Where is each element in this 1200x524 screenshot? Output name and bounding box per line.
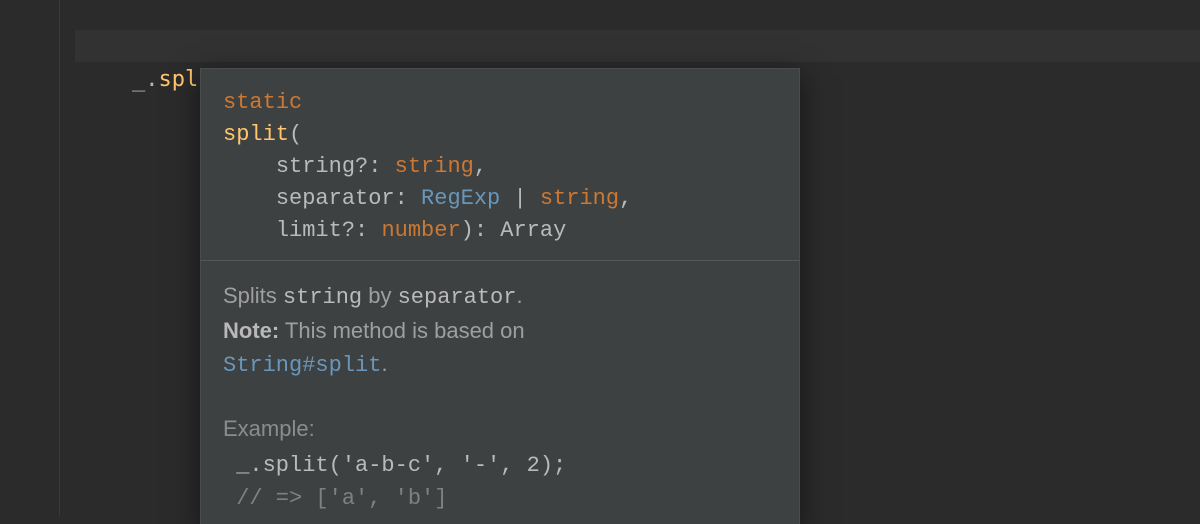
doc-example-line1: _.split('a-b-c', '-', 2); — [223, 453, 566, 478]
documentation-block: Splits string by separator. Note: This m… — [201, 261, 799, 524]
editor-gutter — [0, 0, 60, 516]
param-limit-name: limit — [276, 218, 342, 243]
doc-note-text: This method is based on — [279, 318, 524, 343]
signature-block: static split( string?: string, separator… — [201, 69, 799, 261]
param-string-colon: : — [368, 154, 394, 179]
doc-summary-code2: separator — [398, 285, 517, 310]
param-separator-type-regexp: RegExp — [421, 186, 500, 211]
param-separator-type-string: string — [540, 186, 619, 211]
param-limit-colon: : — [355, 218, 381, 243]
sig-ret-colon: : — [474, 218, 500, 243]
doc-summary-pre: Splits — [223, 283, 283, 308]
param-string-opt: ? — [355, 154, 368, 179]
keyword-static: static — [223, 90, 302, 115]
param-separator-pipe: | — [500, 186, 540, 211]
param-string-type: string — [395, 154, 474, 179]
doc-note-label: Note: — [223, 318, 279, 343]
doc-note: Note: This method is based on — [223, 314, 777, 347]
param-limit-type: number — [381, 218, 460, 243]
doc-note-link[interactable]: String#split — [223, 353, 381, 378]
doc-example-label: Example: — [223, 412, 777, 445]
param-separator-name: separator — [276, 186, 395, 211]
doc-summary-code1: string — [283, 285, 362, 310]
doc-example-line2: // => ['a', 'b'] — [223, 486, 447, 511]
sig-ret-type: Array — [500, 218, 566, 243]
param-separator-comma: , — [619, 186, 632, 211]
doc-note-link-end: . — [381, 351, 387, 376]
param-limit-opt: ? — [342, 218, 355, 243]
param-string-comma: , — [474, 154, 487, 179]
doc-summary-end: . — [516, 283, 522, 308]
editor-area[interactable]: _.split( string: '1*2*3', separator: '*'… — [60, 0, 1200, 516]
sig-paren-close: ) — [461, 218, 474, 243]
doc-note-link-line: String#split. — [223, 347, 777, 382]
dot: . — [145, 67, 158, 92]
param-string-name: string — [276, 154, 355, 179]
doc-example-code: _.split('a-b-c', '-', 2); // => ['a', 'b… — [223, 449, 777, 515]
identifier-underscore: _ — [132, 67, 145, 92]
signature-fn-name: split — [223, 122, 289, 147]
doc-summary-mid: by — [362, 283, 397, 308]
sig-paren-open: ( — [289, 122, 302, 147]
quick-doc-popup[interactable]: static split( string?: string, separator… — [200, 68, 800, 524]
doc-summary: Splits string by separator. — [223, 279, 777, 314]
code-line[interactable]: _.split( string: '1*2*3', separator: '*'… — [75, 30, 1200, 62]
param-separator-colon: : — [395, 186, 421, 211]
